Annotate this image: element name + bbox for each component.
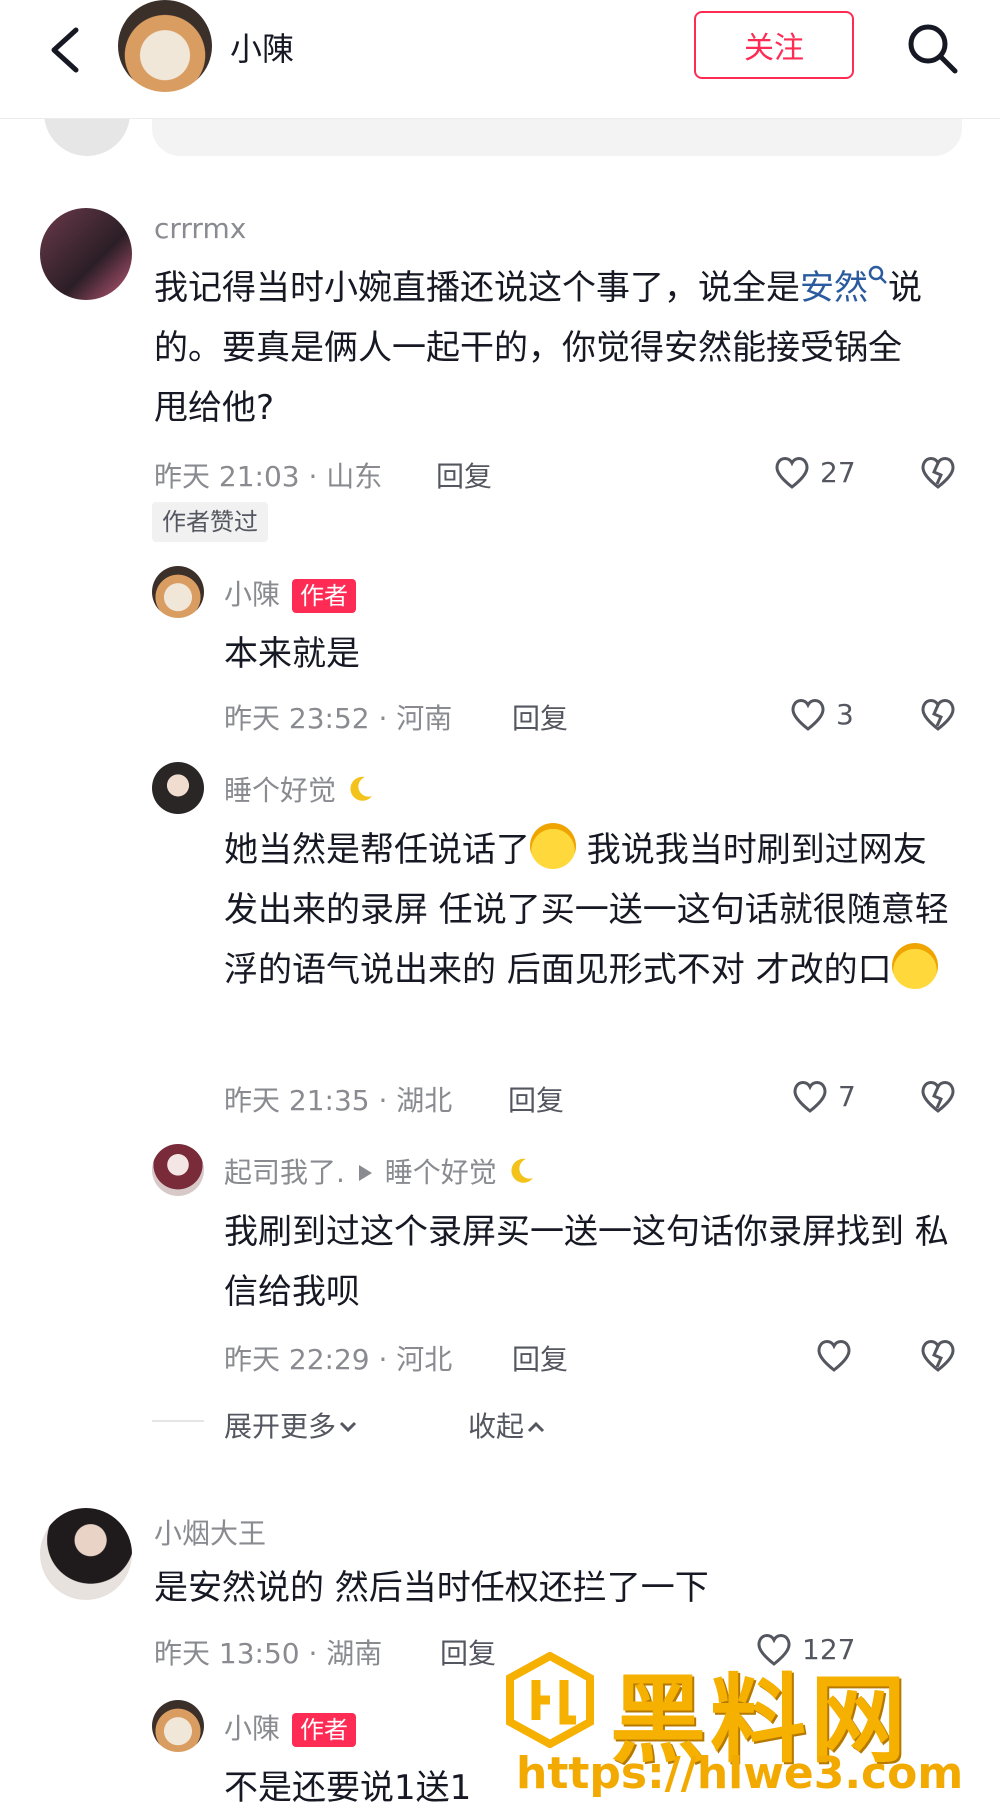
comment-text: 我刷到过这个录屏买一送一这句话你录屏找到 私信给我呗 — [224, 1212, 949, 1312]
heart-icon[interactable] — [814, 1335, 854, 1375]
comment-text: 我记得当时小婉直播还说这个事了，说全是安然 说的。要真是俩人一起干的，你觉得安然能… — [154, 258, 934, 438]
like-count: 3 — [836, 697, 854, 731]
comment-meta: 昨天 23:52 · 河南 — [224, 702, 453, 735]
search-icon — [868, 265, 887, 284]
reply-button[interactable]: 回复 — [436, 455, 492, 495]
expand-more-button[interactable]: 展开更多 — [224, 1405, 360, 1445]
like-count: 7 — [838, 1079, 856, 1113]
back-arrow-icon[interactable] — [40, 22, 90, 78]
reply-button[interactable]: 回复 — [512, 697, 568, 737]
dislike-icon[interactable] — [918, 452, 958, 492]
watermark-url: https://hlwe3.com — [516, 1748, 964, 1799]
search-link[interactable]: 安然 — [800, 265, 888, 308]
comment-username[interactable]: 小烟大王 — [154, 1512, 266, 1552]
crescent-moon-icon — [511, 1158, 533, 1183]
heart-icon — [775, 457, 809, 489]
comment-username[interactable]: 睡个好觉 — [224, 769, 375, 809]
divider — [152, 1420, 204, 1422]
author-liked-badge: 作者赞过 — [152, 502, 268, 542]
crescent-moon-icon — [350, 776, 372, 801]
chevron-down-icon — [339, 1421, 357, 1433]
author-badge: 作者 — [292, 1713, 357, 1747]
watermark-logo-icon — [506, 1652, 594, 1748]
chevron-up-icon — [527, 1421, 545, 1433]
avatar[interactable] — [152, 1700, 204, 1752]
top-bar: 小陳 关注 — [0, 0, 1000, 119]
author-badge: 作者 — [292, 579, 357, 613]
dislike-icon[interactable] — [918, 694, 958, 734]
dislike-icon[interactable] — [918, 1076, 958, 1116]
like-button[interactable]: 27 — [772, 452, 856, 492]
like-button[interactable]: 3 — [788, 694, 854, 734]
comment-meta: 昨天 21:03 · 山东 — [154, 460, 383, 493]
reply-button[interactable]: 回复 — [440, 1632, 496, 1672]
comment-text: 她当然是帮任说话了 我说我当时刷到过网友发出来的录屏 任说了买一送一这句话就很随… — [224, 820, 954, 1000]
comment-username[interactable]: crrrmx — [154, 212, 246, 245]
comment-username[interactable]: 小陳 作者 — [224, 573, 357, 613]
follow-button[interactable]: 关注 — [694, 11, 854, 79]
comment-meta: 昨天 21:35 · 湖北 — [224, 1084, 453, 1117]
comment-meta: 昨天 22:29 · 河北 — [224, 1343, 453, 1376]
header-avatar[interactable] — [118, 0, 212, 92]
dislike-icon[interactable] — [918, 1335, 958, 1375]
header-username[interactable]: 小陳 — [230, 24, 294, 70]
avatar[interactable] — [152, 566, 204, 618]
watermark: 黑料网 https://hlwe3.com — [500, 1620, 1000, 1820]
like-count: 27 — [820, 455, 856, 489]
like-button[interactable]: 7 — [790, 1076, 856, 1116]
comment-text: 是安然说的 然后当时任权还拦了一下 — [154, 1568, 709, 1608]
reply-button[interactable]: 回复 — [508, 1079, 564, 1119]
grinning-sweat-emoji-icon — [891, 943, 938, 989]
grinning-sweat-emoji-icon — [530, 823, 576, 869]
comment-meta: 昨天 13:50 · 湖南 — [154, 1637, 383, 1670]
heart-icon — [793, 1081, 827, 1113]
collapse-button[interactable]: 收起 — [468, 1405, 548, 1445]
search-icon[interactable] — [904, 20, 960, 76]
heart-icon — [791, 699, 825, 731]
comment-text: 本来就是 — [224, 634, 360, 674]
avatar[interactable] — [40, 208, 132, 300]
reply-arrow-icon — [358, 1165, 372, 1181]
reply-button[interactable]: 回复 — [512, 1338, 568, 1378]
avatar[interactable] — [152, 762, 204, 814]
avatar[interactable] — [152, 1144, 204, 1196]
comment-username[interactable]: 起司我了. 睡个好觉 — [224, 1151, 536, 1191]
comment-username[interactable]: 小陳 作者 — [224, 1707, 357, 1747]
avatar[interactable] — [40, 1508, 132, 1600]
